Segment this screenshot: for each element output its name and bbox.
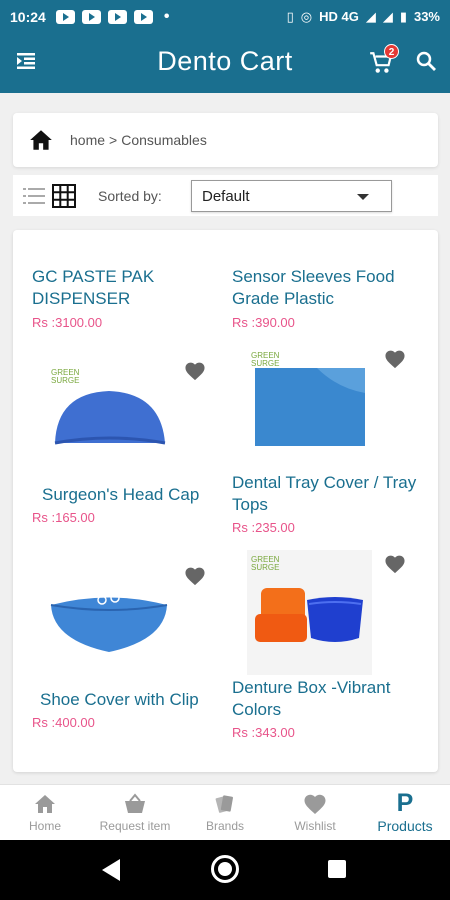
wishlist-heart-icon[interactable] xyxy=(384,554,406,574)
product-grid: GC PASTE PAK DISPENSER Rs :3100.00 Senso… xyxy=(13,230,438,772)
breadcrumb-home-link[interactable]: home xyxy=(70,132,105,148)
product-name[interactable]: Denture Box -Vibrant Colors xyxy=(232,677,422,721)
wishlist-heart-icon[interactable] xyxy=(384,349,406,369)
product-price: Rs :390.00 xyxy=(232,315,295,330)
list-view-icon[interactable] xyxy=(22,184,46,208)
signal-icon-2: ◢ xyxy=(382,8,393,24)
home-circle-icon[interactable] xyxy=(211,855,239,883)
youtube-notification-icon xyxy=(107,9,127,24)
nav-home[interactable]: Home xyxy=(0,785,90,840)
breadcrumb-card: home > Consumables xyxy=(13,113,438,167)
sorted-by-label: Sorted by: xyxy=(98,187,162,204)
grid-view-icon[interactable] xyxy=(52,183,76,208)
home-icon xyxy=(35,795,55,813)
battery-level: 33% xyxy=(413,9,440,24)
product-image-head-cap[interactable]: GREEN SURGE xyxy=(47,353,172,453)
hotspot-icon: ◎ xyxy=(300,8,313,24)
status-bar: 10:24 • ▯ ◎ HD 4G ◢ ◢ ▮ 33% xyxy=(0,0,450,33)
status-time: 10:24 xyxy=(10,8,46,25)
signal-icon: ◢ xyxy=(365,8,376,24)
status-right: ▯ ◎ HD 4G ◢ ◢ ▮ 33% xyxy=(287,9,440,25)
product-image-denture-box[interactable]: GREEN SURGE xyxy=(247,550,372,675)
product-name[interactable]: Shoe Cover with Clip xyxy=(40,689,230,711)
product-price: Rs :165.00 xyxy=(32,510,95,525)
search-icon[interactable] xyxy=(414,49,438,73)
nav-request-item-label: Request item xyxy=(99,819,171,833)
back-icon[interactable] xyxy=(102,859,120,881)
product-price: Rs :3100.00 xyxy=(32,315,103,330)
nav-wishlist-label: Wishlist xyxy=(294,819,336,833)
youtube-notification-icon xyxy=(81,9,101,24)
breadcrumb-current: Consumables xyxy=(121,132,207,148)
product-price: Rs :343.00 xyxy=(232,725,295,740)
wishlist-heart-icon[interactable] xyxy=(184,361,206,381)
product-name[interactable]: Sensor Sleeves Food Grade Plastic xyxy=(232,266,422,310)
svg-text:SURGE: SURGE xyxy=(51,376,79,385)
breadcrumb: home > Consumables xyxy=(70,132,207,148)
nav-wishlist[interactable]: Wishlist xyxy=(270,785,360,840)
product-name[interactable]: Dental Tray Cover / Tray Tops xyxy=(232,472,422,516)
heart-icon xyxy=(304,794,326,814)
nav-products-label: Products xyxy=(377,818,433,834)
nav-request-item[interactable]: Request item xyxy=(90,785,180,840)
youtube-notification-icon xyxy=(133,9,153,24)
sort-selected-value: Default xyxy=(202,187,250,205)
recent-apps-icon[interactable] xyxy=(328,860,346,878)
sort-toolbar: Sorted by: Default xyxy=(13,175,438,216)
product-image-tray-cover[interactable]: GREEN SURGE xyxy=(247,348,372,453)
home-icon[interactable] xyxy=(28,127,54,153)
nav-home-label: Home xyxy=(28,819,61,833)
product-name[interactable]: GC PASTE PAK DISPENSER xyxy=(32,266,212,310)
more-notifications-dot-icon: • xyxy=(163,7,170,25)
vibrate-icon: ▯ xyxy=(286,8,294,24)
nav-brands-label: Brands xyxy=(205,819,245,833)
product-name[interactable]: Surgeon's Head Cap xyxy=(42,484,222,506)
nav-products[interactable]: P Products xyxy=(360,785,450,840)
wishlist-heart-icon[interactable] xyxy=(184,566,206,586)
svg-text:SURGE: SURGE xyxy=(251,563,279,572)
battery-icon: ▮ xyxy=(399,8,407,24)
breadcrumb-separator: > xyxy=(109,132,118,148)
sort-dropdown[interactable]: Default xyxy=(191,180,392,212)
svg-text:SURGE: SURGE xyxy=(251,359,279,368)
product-image-shoe-cover[interactable] xyxy=(47,580,172,665)
brands-icon xyxy=(215,795,233,813)
notification-icons: • xyxy=(55,7,170,26)
nav-brands[interactable]: Brands xyxy=(180,785,270,840)
bottom-navigation: Home Request item Brands Wishlist P Prod… xyxy=(0,784,450,840)
product-price: Rs :235.00 xyxy=(232,520,295,535)
products-icon: P xyxy=(396,789,414,817)
chevron-down-icon xyxy=(357,194,369,200)
app-bar: Dento Cart 2 xyxy=(0,33,450,93)
cart-count-badge: 2 xyxy=(384,44,399,59)
system-navigation-bar xyxy=(0,840,450,900)
basket-icon xyxy=(125,793,145,813)
product-price: Rs :400.00 xyxy=(32,715,95,730)
network-type: HD 4G xyxy=(319,9,359,24)
youtube-notification-icon xyxy=(55,9,75,24)
